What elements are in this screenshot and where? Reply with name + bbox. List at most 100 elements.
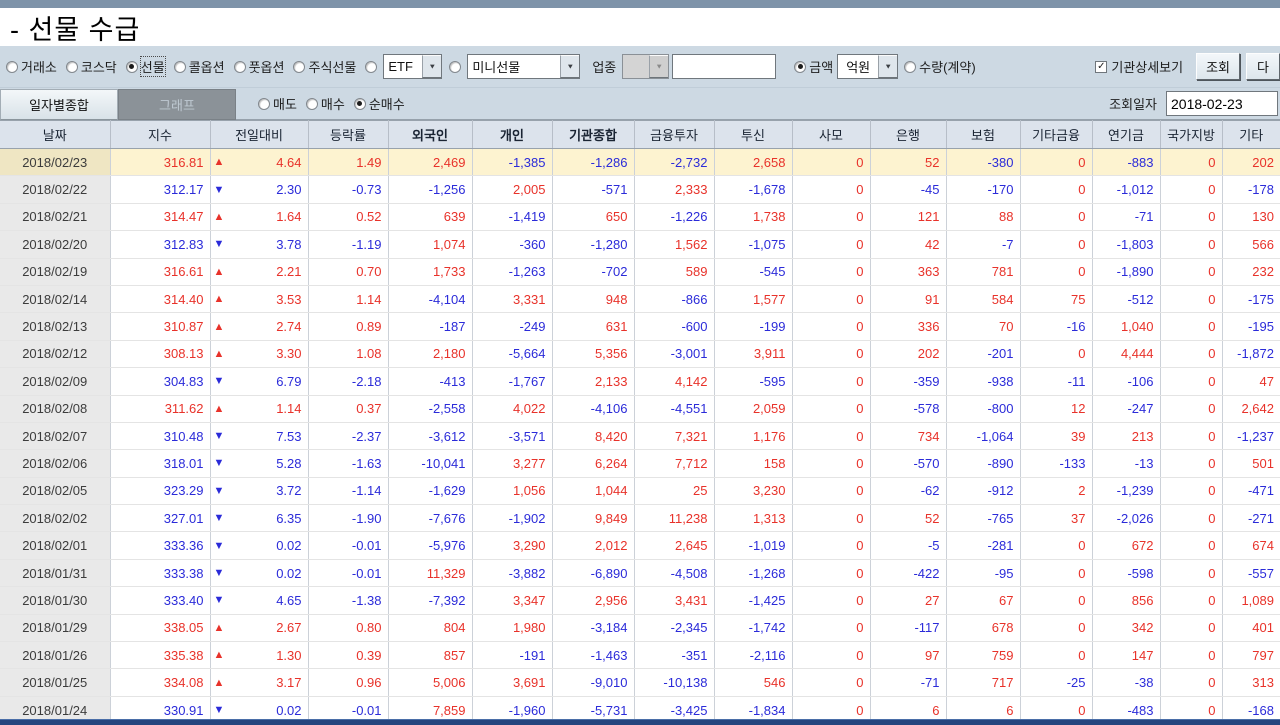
value-cell: 717 (946, 669, 1020, 696)
value-cell: 75 (1020, 285, 1092, 312)
radio-circle (449, 61, 461, 73)
column-header: 은행 (870, 121, 946, 149)
table-row[interactable]: 2018/02/19316.61▲2.210.701,733-1,263-702… (0, 258, 1280, 285)
chevron-down-icon[interactable] (560, 55, 579, 78)
value-cell: 3,431 (634, 587, 714, 614)
value-cell: 797 (1222, 642, 1280, 669)
table-row[interactable]: 2018/02/22312.17▼2.30-0.73-1,2562,005-57… (0, 176, 1280, 203)
value-cell: 0 (792, 559, 870, 586)
rate-cell: -2.37 (308, 422, 388, 449)
table-row[interactable]: 2018/01/31333.38▼0.02-0.0111,329-3,882-6… (0, 559, 1280, 586)
value-cell: 501 (1222, 450, 1280, 477)
value-cell: -1,890 (1092, 258, 1160, 285)
etf-select[interactable]: ETF (383, 54, 442, 79)
table-row[interactable]: 2018/02/05323.29▼3.72-1.14-1,6291,0561,0… (0, 477, 1280, 504)
value-cell: 1,056 (472, 477, 552, 504)
column-header: 연기금 (1092, 121, 1160, 149)
radio-quantity[interactable]: 수량(계약) (904, 57, 976, 76)
date-cell: 2018/02/14 (0, 285, 110, 312)
radio-futures[interactable]: 선물 (126, 57, 165, 76)
date-cell: 2018/02/05 (0, 477, 110, 504)
radio-call-option[interactable]: 콜옵션 (174, 57, 225, 76)
query-date-input[interactable] (1166, 91, 1278, 116)
table-row[interactable]: 2018/01/29338.05▲2.670.808041,980-3,184-… (0, 614, 1280, 641)
value-cell: 589 (634, 258, 714, 285)
radio-sell[interactable]: 매도 (258, 94, 297, 113)
table-row[interactable]: 2018/02/21314.47▲1.640.52639-1,419650-1,… (0, 203, 1280, 230)
radio-buy[interactable]: 매수 (306, 94, 345, 113)
radio-stock-futures[interactable]: 주식선물 (293, 57, 356, 76)
table-row[interactable]: 2018/01/26335.38▲1.300.39857-191-1,463-3… (0, 642, 1280, 669)
sector-input[interactable] (672, 54, 776, 79)
mini-futures-select[interactable]: 미니선물 (467, 54, 580, 79)
search-button[interactable]: 조회 (1196, 53, 1240, 80)
change-cell: ▼7.53 (210, 422, 308, 449)
value-cell: 158 (714, 450, 792, 477)
tab-graph[interactable]: 그래프 (118, 89, 236, 120)
value-cell: 1,176 (714, 422, 792, 449)
radio-label: 매도 (273, 94, 297, 113)
radio-etf[interactable] (365, 61, 380, 73)
unit-select[interactable]: 억원 (837, 54, 898, 79)
table-row[interactable]: 2018/01/30333.40▼4.65-1.38-7,3923,3472,9… (0, 587, 1280, 614)
radio-net-buy[interactable]: 순매수 (354, 94, 405, 113)
value-cell: 0 (1160, 203, 1222, 230)
value-cell: 0 (792, 313, 870, 340)
table-row[interactable]: 2018/02/14314.40▲3.531.14-4,1043,331948-… (0, 285, 1280, 312)
value-cell: 0 (1160, 176, 1222, 203)
date-cell: 2018/02/19 (0, 258, 110, 285)
radio-mini-futures[interactable] (449, 61, 464, 73)
table-row[interactable]: 2018/02/06318.01▼5.28-1.63-10,0413,2776,… (0, 450, 1280, 477)
table-row[interactable]: 2018/02/23316.81▲4.641.492,469-1,385-1,2… (0, 149, 1280, 176)
value-cell: -545 (714, 258, 792, 285)
table-row[interactable]: 2018/01/25334.08▲3.170.965,0063,691-9,01… (0, 669, 1280, 696)
value-cell: 546 (714, 669, 792, 696)
column-header: 국가지방 (1160, 121, 1222, 149)
radio-circle (794, 61, 806, 73)
table-row[interactable]: 2018/02/09304.83▼6.79-2.18-413-1,7672,13… (0, 368, 1280, 395)
rate-cell: 0.96 (308, 669, 388, 696)
value-cell: -570 (870, 450, 946, 477)
value-cell: -11 (1020, 368, 1092, 395)
table-row[interactable]: 2018/02/07310.48▼7.53-2.37-3,612-3,5718,… (0, 422, 1280, 449)
institution-detail-checkbox[interactable]: 기관상세보기 (1095, 57, 1183, 76)
rate-cell: -1.14 (308, 477, 388, 504)
table-row[interactable]: 2018/02/08311.62▲1.140.37-2,5584,022-4,1… (0, 395, 1280, 422)
value-cell: -45 (870, 176, 946, 203)
chevron-down-icon[interactable] (878, 55, 897, 78)
value-cell: -7,392 (388, 587, 472, 614)
rate-cell: -1.38 (308, 587, 388, 614)
value-cell: -71 (870, 669, 946, 696)
change-cell: ▼6.35 (210, 505, 308, 532)
radio-kosdaq[interactable]: 코스닥 (66, 57, 117, 76)
table-row[interactable]: 2018/02/01333.36▼0.02-0.01-5,9763,2902,0… (0, 532, 1280, 559)
value-cell: 0 (1160, 532, 1222, 559)
value-cell: -187 (388, 313, 472, 340)
value-cell: -38 (1092, 669, 1160, 696)
down-arrow-icon: ▼ (214, 430, 225, 442)
next-button[interactable]: 다 (1246, 53, 1280, 80)
radio-amount[interactable]: 금액 (794, 57, 833, 76)
chevron-down-icon[interactable] (422, 55, 441, 78)
checkbox-box (1095, 61, 1107, 73)
value-cell: -359 (870, 368, 946, 395)
column-header: 외국인 (388, 121, 472, 149)
radio-put-option[interactable]: 풋옵션 (234, 57, 285, 76)
table-row[interactable]: 2018/02/02327.01▼6.35-1.90-7,676-1,9029,… (0, 505, 1280, 532)
value-cell: 5,356 (552, 340, 634, 367)
value-cell: 0 (792, 532, 870, 559)
radio-exchange[interactable]: 거래소 (6, 57, 57, 76)
value-cell: -600 (634, 313, 714, 340)
radio-circle (126, 61, 138, 73)
table-row[interactable]: 2018/02/20312.83▼3.78-1.191,074-360-1,28… (0, 231, 1280, 258)
table-row[interactable]: 2018/02/13310.87▲2.740.89-187-249631-600… (0, 313, 1280, 340)
rate-cell: -2.18 (308, 368, 388, 395)
value-cell: 0 (792, 203, 870, 230)
date-cell: 2018/02/07 (0, 422, 110, 449)
tab-daily-summary[interactable]: 일자별종합 (0, 89, 118, 120)
value-cell: -800 (946, 395, 1020, 422)
value-cell: 0 (792, 368, 870, 395)
value-cell: 213 (1092, 422, 1160, 449)
value-cell: -1,629 (388, 477, 472, 504)
table-row[interactable]: 2018/02/12308.13▲3.301.082,180-5,6645,35… (0, 340, 1280, 367)
